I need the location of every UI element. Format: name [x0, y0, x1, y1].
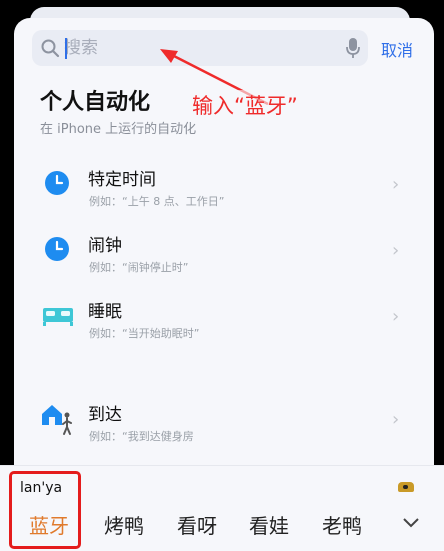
- item-title: 睡眠: [88, 302, 122, 322]
- bed-icon: [43, 308, 73, 326]
- ime-candidate-bar: lan'ya 蓝牙 烤鸭 看呀 看娃 老鸭: [0, 465, 444, 551]
- list-item-sleep[interactable]: 睡眠 例如：“当开始助眠时” ›: [14, 290, 434, 350]
- list-item-specific-time[interactable]: 特定时间 例如：“上午 8 点、工作日” ›: [14, 158, 434, 218]
- item-example: 例如：“我到达健身房: [89, 430, 194, 443]
- annotation-highlight-box: [9, 471, 81, 549]
- cancel-button[interactable]: 取消: [381, 37, 413, 61]
- list-item-alarm[interactable]: 闹钟 例如：“闹钟停止时” ›: [14, 224, 434, 284]
- arrive-icon: [42, 405, 72, 435]
- clock-icon: [45, 171, 69, 195]
- list-item-arrive[interactable]: 到达 例如：“我到达健身房 ›: [14, 393, 434, 453]
- chevron-right-icon: ›: [392, 240, 400, 261]
- alarm-icon: [45, 237, 69, 261]
- candidate-word[interactable]: 烤鸭: [104, 510, 144, 539]
- screen: 取消 个人自动化 在 iPhone 上运行的自动化 特定时间 例如：“上午 8 …: [0, 0, 444, 551]
- candidate-word[interactable]: 老鸭: [322, 510, 362, 539]
- item-example: 例如：“上午 8 点、工作日”: [89, 195, 225, 208]
- candidate-word[interactable]: 看娃: [249, 510, 289, 539]
- chevron-right-icon: ›: [392, 306, 400, 327]
- item-title: 闹钟: [88, 236, 122, 256]
- candidate-word[interactable]: 看呀: [177, 510, 217, 539]
- chevron-right-icon: ›: [392, 409, 400, 430]
- search-icon: [41, 39, 60, 58]
- annotation-text: 输入“蓝牙”: [192, 90, 298, 120]
- search-input[interactable]: [64, 36, 324, 60]
- item-title: 特定时间: [88, 170, 156, 190]
- text-caret: [65, 38, 67, 59]
- chevron-right-icon: ›: [392, 174, 400, 195]
- section-title: 个人自动化: [40, 90, 151, 115]
- item-example: 例如：“闹钟停止时”: [89, 261, 189, 274]
- chevron-down-icon[interactable]: [402, 517, 420, 529]
- item-title: 到达: [88, 405, 122, 425]
- section-subtitle: 在 iPhone 上运行的自动化: [40, 122, 197, 137]
- item-example: 例如：“当开始助眠时”: [89, 327, 200, 340]
- search-bar[interactable]: [32, 30, 368, 66]
- keyboard-mascot-icon[interactable]: [398, 482, 414, 492]
- microphone-icon[interactable]: [346, 37, 360, 59]
